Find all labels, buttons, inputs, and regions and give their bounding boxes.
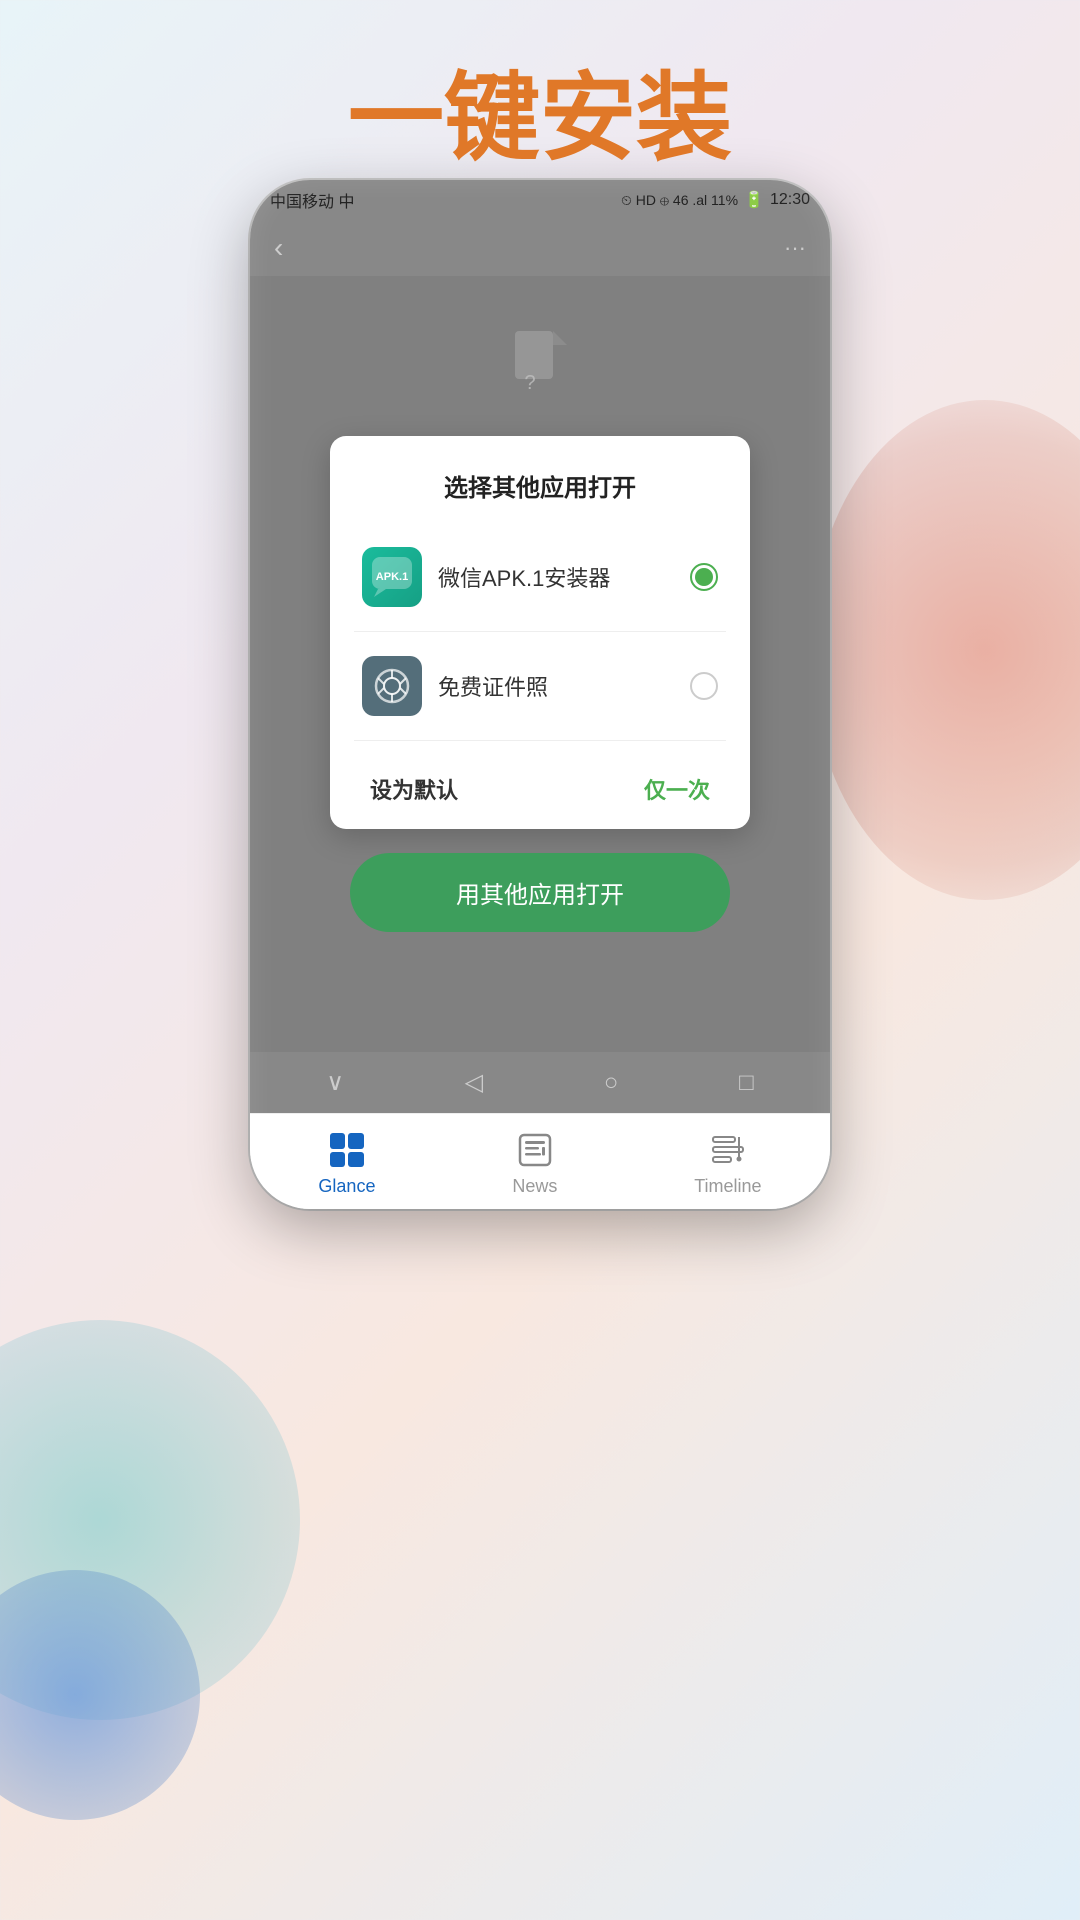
dialog-box[interactable]: 选择其他应用打开 APK.1 微信APK.1安装器: [330, 436, 750, 829]
dialog-title: 选择其他应用打开: [354, 468, 726, 503]
phone-frame: 中国移动 中 ⏲ HD ⊕ 46 .al 11% 🔋 12:30 ‹ ···: [250, 180, 830, 1209]
spacer: [250, 956, 830, 1036]
phone-mockup: 中国移动 中 ⏲ HD ⊕ 46 .al 11% 🔋 12:30 ‹ ···: [250, 180, 830, 1209]
timeline-icon-svg: [711, 1133, 745, 1167]
phone-nav-home[interactable]: ○: [604, 1069, 619, 1097]
phone-nav-down[interactable]: ∨: [326, 1068, 344, 1097]
camera-shutter-icon: [373, 667, 411, 705]
glance-icon: [327, 1130, 367, 1170]
phone-nav-bar: ∨ ◁ ○ □: [250, 1052, 830, 1113]
glance-grid-icon: [330, 1133, 364, 1167]
news-icon: [515, 1130, 555, 1170]
file-arrow-icon: ?: [510, 331, 570, 401]
status-icons-right: ⏲ HD ⊕ 46 .al 11% 🔋 12:30: [621, 190, 810, 210]
tab-news[interactable]: News: [512, 1130, 557, 1197]
tab-timeline[interactable]: Timeline: [694, 1130, 761, 1197]
back-icon[interactable]: ‹: [274, 232, 283, 264]
app-icon-camera: [362, 656, 422, 716]
glance-label: Glance: [318, 1176, 375, 1197]
grid-cell-4: [348, 1152, 364, 1168]
timeline-icon: [708, 1130, 748, 1170]
file-area: ?: [250, 276, 830, 436]
grid-cell-3: [330, 1152, 346, 1168]
phone-nav-recents[interactable]: □: [739, 1069, 754, 1097]
app-name-1: 微信APK.1安装器: [438, 561, 674, 593]
grid-cell-1: [330, 1133, 346, 1149]
file-icon-area: ?: [500, 326, 580, 406]
divider-1: [354, 631, 726, 632]
tab-bar: Glance News: [250, 1113, 830, 1209]
tab-glance[interactable]: Glance: [318, 1130, 375, 1197]
news-icon-svg: [518, 1133, 552, 1167]
nav-bar: ‹ ···: [250, 220, 830, 276]
grid-cell-2: [348, 1133, 364, 1149]
more-icon[interactable]: ···: [784, 235, 806, 261]
timeline-label: Timeline: [694, 1176, 761, 1197]
apk-bubble-icon: APK.1: [370, 555, 414, 599]
dialog-option-1[interactable]: APK.1 微信APK.1安装器: [354, 531, 726, 623]
open-with-button[interactable]: 用其他应用打开: [350, 853, 730, 932]
phone-nav-back[interactable]: ◁: [465, 1068, 483, 1097]
content-area: ? 选择其他应用打开 APK.1: [250, 276, 830, 1052]
svg-text:APK.1: APK.1: [376, 571, 408, 583]
radio-btn-1[interactable]: [690, 563, 718, 591]
svg-text:?: ?: [524, 372, 535, 394]
set-default-button[interactable]: 设为默认: [370, 773, 458, 805]
dialog-option-2[interactable]: 免费证件照: [354, 640, 726, 732]
news-label: News: [512, 1176, 557, 1197]
status-bar: 中国移动 中 ⏲ HD ⊕ 46 .al 11% 🔋 12:30: [250, 180, 830, 220]
app-icon-apk: APK.1: [362, 547, 422, 607]
page-title: 一键安装: [0, 40, 1080, 179]
bg-blob-red: [810, 400, 1080, 900]
divider-2: [354, 740, 726, 741]
radio-inner-1: [695, 568, 713, 586]
app-name-2: 免费证件照: [438, 670, 674, 702]
carrier-text: 中国移动 中: [270, 188, 354, 212]
once-button[interactable]: 仅一次: [644, 773, 710, 805]
dialog-actions: 设为默认 仅一次: [354, 749, 726, 829]
status-icons: ⏲ HD ⊕ 46 .al 11%: [621, 192, 738, 209]
battery-icon: 🔋: [744, 190, 764, 210]
time-display: 12:30: [770, 191, 810, 209]
radio-btn-2[interactable]: [690, 672, 718, 700]
dialog-area: 选择其他应用打开 APK.1 微信APK.1安装器: [270, 436, 810, 932]
